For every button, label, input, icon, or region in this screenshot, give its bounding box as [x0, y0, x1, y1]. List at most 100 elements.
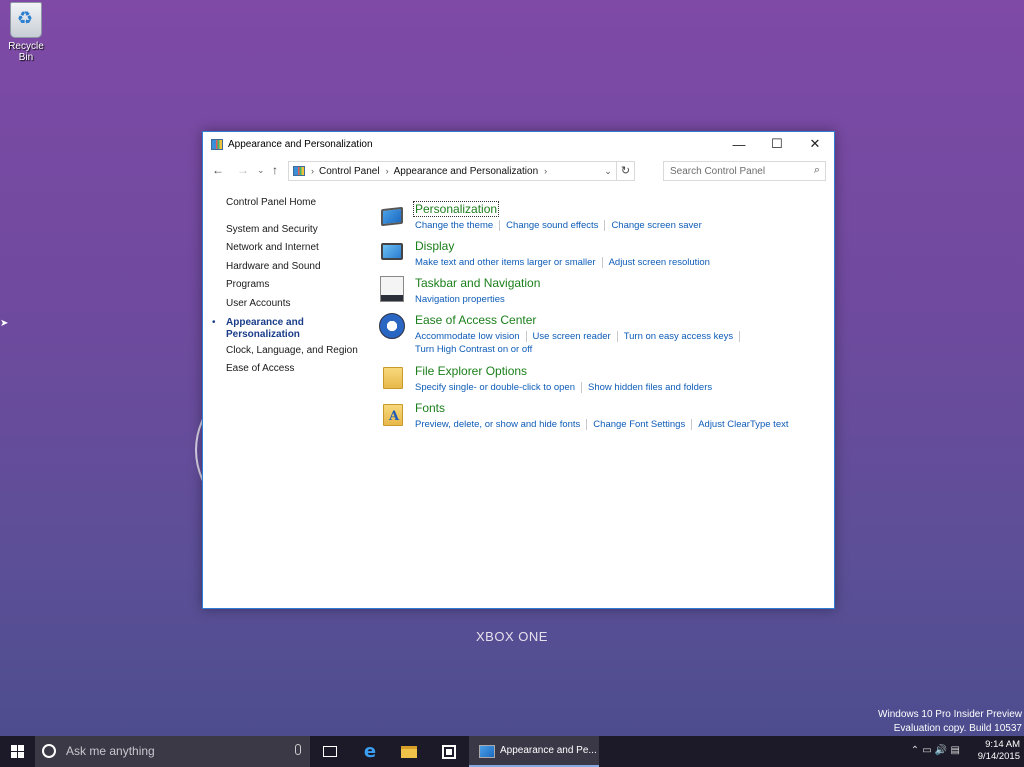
- chevron-right-icon[interactable]: ›: [386, 166, 389, 176]
- link-easy-access-keys[interactable]: Turn on easy access keys: [624, 331, 733, 342]
- breadcrumb-appearance[interactable]: Appearance and Personalization: [394, 166, 539, 177]
- sidebar-item-network[interactable]: Network and Internet: [226, 242, 366, 254]
- breadcrumb-control-panel[interactable]: Control Panel: [319, 166, 380, 177]
- active-bullet-icon: •: [212, 317, 216, 328]
- link-change-theme[interactable]: Change the theme: [415, 220, 493, 231]
- address-bar[interactable]: › Control Panel › Appearance and Persona…: [288, 161, 635, 181]
- link-hidden-files[interactable]: Show hidden files and folders: [588, 382, 712, 393]
- sidebar-item-ease-of-access[interactable]: Ease of Access: [226, 363, 366, 375]
- navigation-bar: ← → ⌄ ↑ › Control Panel › Appearance and…: [203, 160, 834, 182]
- link-screen-reader[interactable]: Use screen reader: [533, 331, 611, 342]
- link-font-settings[interactable]: Change Font Settings: [593, 419, 685, 430]
- link-preview-fonts[interactable]: Preview, delete, or show and hide fonts: [415, 419, 580, 430]
- recycle-bin[interactable]: Recycle Bin: [0, 2, 52, 63]
- clock[interactable]: 9:14 AM 9/14/2015: [978, 739, 1020, 763]
- microphone-icon[interactable]: [295, 744, 301, 755]
- link-low-vision[interactable]: Accommodate low vision: [415, 331, 520, 342]
- wallpaper-console-label: XBOX ONE: [476, 629, 548, 644]
- link-divider: [525, 330, 527, 342]
- taskbar: Ask me anything e Appearance and Pe... ⌃…: [0, 736, 1024, 767]
- title-bar[interactable]: Appearance and Personalization — ☐ ✕: [203, 132, 834, 156]
- category-title-ease-of-access[interactable]: Ease of Access Center: [415, 313, 536, 327]
- close-button[interactable]: ✕: [796, 132, 834, 156]
- sidebar-item-system-security[interactable]: System and Security: [226, 224, 366, 236]
- refresh-button[interactable]: ↻: [616, 162, 634, 180]
- display-icon[interactable]: [381, 243, 403, 260]
- link-change-screen-saver[interactable]: Change screen saver: [611, 220, 701, 231]
- link-divider: [616, 330, 618, 342]
- category-title-display[interactable]: Display: [415, 239, 454, 253]
- category-links: Accommodate low vision Use screen reader T…: [415, 330, 746, 356]
- personalization-icon: [479, 745, 495, 758]
- tray-icons[interactable]: ⌃ ▭ 🔊 ▤: [911, 745, 960, 756]
- edge-button[interactable]: e: [350, 736, 390, 767]
- start-button[interactable]: [0, 736, 34, 767]
- clock-time: 9:14 AM: [985, 739, 1020, 750]
- window-title: Appearance and Personalization: [228, 138, 373, 150]
- chevron-right-icon[interactable]: ›: [544, 166, 547, 176]
- sidebar-item-clock-region[interactable]: Clock, Language, and Region: [226, 345, 366, 357]
- link-cleartype[interactable]: Adjust ClearType text: [698, 419, 788, 430]
- window-controls: — ☐ ✕: [720, 132, 834, 156]
- cortana-icon: [42, 744, 56, 758]
- link-divider: [604, 219, 606, 231]
- taskbar-item-control-panel[interactable]: Appearance and Pe...: [469, 736, 599, 767]
- sidebar-item-appearance[interactable]: Appearance and Personalization: [226, 317, 316, 341]
- link-text-size[interactable]: Make text and other items larger or smal…: [415, 257, 596, 268]
- store-button[interactable]: [429, 736, 469, 767]
- sidebar-item-user-accounts[interactable]: User Accounts: [226, 298, 366, 310]
- sidebar-item-programs[interactable]: Programs: [226, 279, 366, 291]
- category-title-fonts[interactable]: Fonts: [415, 401, 445, 415]
- link-change-sound-effects[interactable]: Change sound effects: [506, 220, 598, 231]
- recycle-bin-icon: [10, 2, 42, 38]
- link-navigation-properties[interactable]: Navigation properties: [415, 294, 505, 305]
- windows-logo-icon: [10, 745, 24, 758]
- forward-button[interactable]: →: [237, 163, 249, 177]
- link-high-contrast[interactable]: Turn High Contrast on or off: [415, 344, 532, 355]
- category-links: Preview, delete, or show and hide fonts C…: [415, 418, 789, 431]
- mouse-cursor-icon: ➤: [0, 318, 9, 329]
- ease-of-access-icon[interactable]: [379, 313, 405, 339]
- link-screen-resolution[interactable]: Adjust screen resolution: [609, 257, 710, 268]
- link-divider: [691, 418, 693, 430]
- up-button[interactable]: ↑: [272, 163, 278, 177]
- category-links: Navigation properties: [415, 293, 505, 306]
- maximize-button[interactable]: ☐: [758, 132, 796, 156]
- address-dropdown-button[interactable]: ⌄: [600, 162, 616, 180]
- clock-date: 9/14/2015: [977, 751, 1020, 762]
- link-divider: [499, 219, 501, 231]
- category-title-file-explorer-options[interactable]: File Explorer Options: [415, 364, 527, 378]
- category-links: Change the theme Change sound effects Chan…: [415, 219, 702, 232]
- cortana-placeholder: Ask me anything: [66, 744, 155, 758]
- taskbar-icon[interactable]: [380, 276, 404, 302]
- link-divider: [586, 418, 588, 430]
- recycle-bin-label: Recycle Bin: [8, 41, 44, 63]
- file-explorer-icon: [401, 745, 417, 758]
- chevron-right-icon[interactable]: ›: [311, 166, 314, 176]
- back-button[interactable]: ←: [212, 163, 224, 177]
- file-explorer-button[interactable]: [389, 736, 429, 767]
- watermark-line-1: Windows 10 Pro Insider Preview: [878, 709, 1022, 720]
- cortana-search-box[interactable]: Ask me anything: [35, 736, 310, 767]
- sidebar-item-home[interactable]: Control Panel Home: [226, 197, 366, 209]
- personalization-icon[interactable]: [381, 206, 403, 227]
- recent-locations-button[interactable]: ⌄: [257, 165, 265, 176]
- watermark-line-2: Evaluation copy. Build 10537: [893, 723, 1022, 734]
- control-panel-icon: [211, 138, 223, 150]
- category-title-taskbar[interactable]: Taskbar and Navigation: [415, 276, 540, 290]
- taskbar-item-label: Appearance and Pe...: [500, 745, 597, 756]
- search-placeholder: Search Control Panel: [670, 166, 766, 177]
- sidebar-item-hardware[interactable]: Hardware and Sound: [226, 261, 366, 273]
- task-view-button[interactable]: [310, 736, 350, 767]
- search-input[interactable]: Search Control Panel ⌕: [663, 161, 826, 181]
- edge-icon: e: [363, 741, 377, 762]
- folder-options-icon[interactable]: [383, 367, 403, 389]
- search-icon[interactable]: ⌕: [814, 164, 820, 177]
- store-icon: [442, 744, 456, 759]
- fonts-icon[interactable]: [383, 404, 403, 426]
- minimize-button[interactable]: —: [720, 132, 758, 156]
- link-click-to-open[interactable]: Specify single- or double-click to open: [415, 382, 575, 393]
- link-divider: [739, 330, 741, 342]
- category-links: Make text and other items larger or smal…: [415, 256, 710, 269]
- category-title-personalization[interactable]: Personalization: [412, 201, 500, 217]
